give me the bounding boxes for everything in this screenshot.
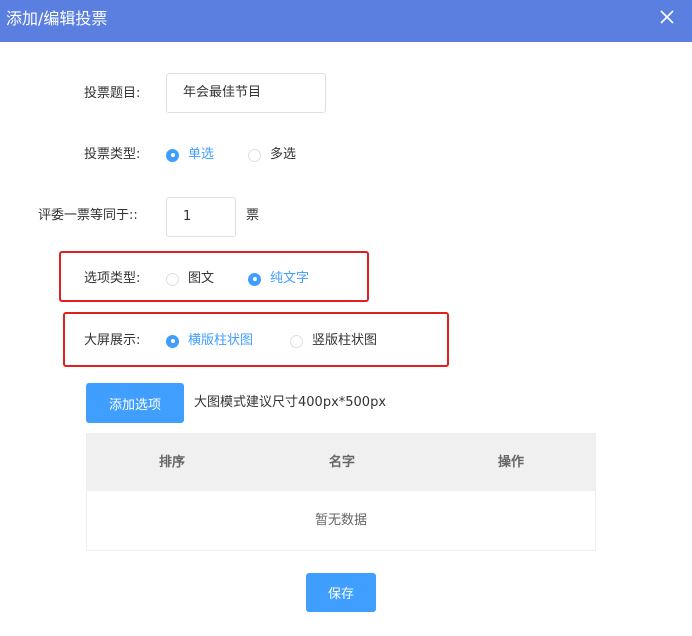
vote-type-single-label: 单选 [188,147,215,162]
big-screen-label: 大屏展示: [84,333,141,348]
radio-unchecked-icon [290,334,303,348]
column-header-sort: 排序 [158,455,185,470]
vote-type-single-radio[interactable]: 单选 [166,146,214,164]
option-type-image-radio[interactable]: 图文 [166,270,214,288]
radio-unchecked-icon [248,148,261,162]
vote-type-multi-label: 多选 [270,147,297,162]
vote-type-label: 投票类型: [84,147,141,162]
big-screen-horizontal-radio[interactable]: 横版柱状图 [166,332,253,350]
table-header: 排序 名字 操作 [87,434,595,491]
vote-title-value: 年会最佳节目 [183,85,262,100]
judge-weight-input[interactable]: 1 [166,197,236,237]
dialog-header: 添加/编辑投票 [0,0,692,42]
big-screen-horizontal-label: 横版柱状图 [188,333,254,348]
judge-weight-label: 评委一票等同于:: [38,208,138,223]
big-screen-vertical-radio[interactable]: 竖版柱状图 [290,332,377,350]
option-type-image-label: 图文 [188,271,215,286]
option-type-text-label: 纯文字 [270,271,310,286]
radio-checked-icon [166,334,179,348]
image-size-hint: 大图模式建议尺寸400px*500px [194,395,387,410]
option-type-text-radio[interactable]: 纯文字 [248,270,309,288]
judge-weight-unit: 票 [246,208,260,223]
judge-weight-value: 1 [183,209,192,224]
big-screen-vertical-label: 竖版柱状图 [312,333,378,348]
column-header-actions: 操作 [497,455,524,470]
vote-title-input[interactable]: 年会最佳节目 [166,73,326,113]
add-option-button[interactable]: 添加选项 [86,383,184,423]
table-empty-text: 暂无数据 [314,513,367,528]
option-type-label: 选项类型: [84,271,141,286]
radio-checked-icon [248,272,261,286]
column-header-name: 名字 [328,455,355,470]
radio-checked-icon [166,148,179,162]
vote-title-label: 投票题目: [84,86,141,101]
radio-unchecked-icon [166,272,179,286]
options-table: 排序 名字 操作 暂无数据 [86,433,596,551]
dialog-title: 添加/编辑投票 [6,9,108,28]
vote-type-multi-radio[interactable]: 多选 [248,146,296,164]
save-button[interactable]: 保存 [306,573,376,612]
close-icon[interactable] [656,6,678,28]
